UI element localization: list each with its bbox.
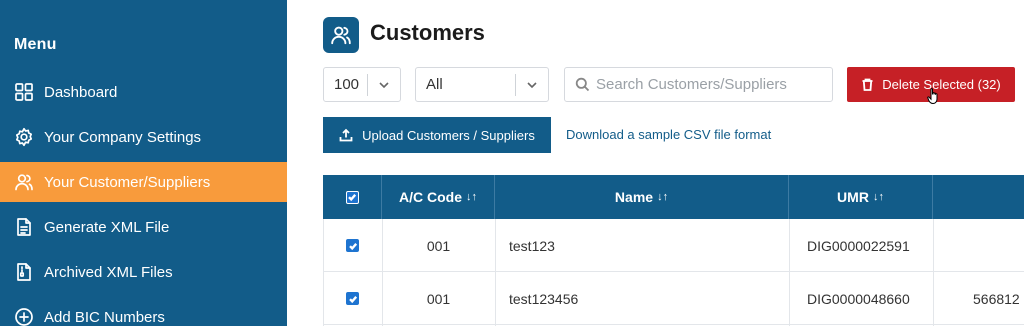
- upload-icon: [339, 128, 353, 142]
- row-checkbox[interactable]: [346, 239, 359, 252]
- sort-icon: ↓↑: [657, 191, 669, 203]
- sidebar-item-label: Generate XML File: [44, 218, 170, 236]
- page-title: Customers: [370, 20, 485, 45]
- download-sample-link[interactable]: Download a sample CSV file format: [566, 127, 771, 142]
- row-checkbox-cell: [346, 272, 359, 325]
- chevron-down-icon: [368, 78, 400, 92]
- column-divider: [323, 219, 324, 326]
- sidebar: Menu Dashboard Your Company Settings You…: [0, 0, 287, 326]
- sidebar-item-label: Your Customer/Suppliers: [44, 173, 211, 191]
- dashboard-icon: [13, 81, 35, 103]
- sidebar-item-dashboard[interactable]: Dashboard: [0, 72, 287, 112]
- column-header-extra: [933, 175, 1024, 219]
- filter-value: All: [426, 76, 443, 93]
- sort-icon: ↓↑: [872, 191, 884, 203]
- chevron-down-icon: [516, 78, 548, 92]
- name-cell: test123456: [509, 290, 579, 307]
- search-box: [564, 67, 833, 102]
- sidebar-item-label: Archived XML Files: [44, 263, 173, 281]
- name-cell: test123: [509, 237, 555, 254]
- search-icon: [575, 77, 590, 92]
- sidebar-item-customer-suppliers[interactable]: Your Customer/Suppliers: [0, 162, 287, 202]
- column-label: UMR: [837, 189, 869, 205]
- sidebar-item-label: Dashboard: [44, 83, 118, 101]
- menu-title: Menu: [14, 36, 57, 53]
- archive-file-icon: [13, 261, 35, 283]
- sidebar-item-add-bic[interactable]: Add BIC Numbers: [0, 297, 287, 326]
- header-select-all-cell: [323, 175, 382, 219]
- column-label: A/C Code: [399, 189, 462, 205]
- users-icon: [13, 171, 35, 193]
- column-divider: [789, 219, 790, 326]
- sidebar-item-label: Your Company Settings: [44, 128, 202, 146]
- row-checkbox-cell: [346, 219, 359, 272]
- document-icon: [13, 216, 35, 238]
- page-size-select[interactable]: 100: [323, 67, 401, 102]
- sidebar-item-label: Add BIC Numbers: [44, 308, 165, 326]
- sidebar-item-archived-xml[interactable]: Archived XML Files: [0, 252, 287, 292]
- gear-icon: [13, 126, 35, 148]
- table-header: A/C Code ↓↑ Name ↓↑ UMR ↓↑: [323, 175, 1024, 219]
- delete-selected-label: Delete Selected (32): [882, 77, 1001, 92]
- upload-button[interactable]: Upload Customers / Suppliers: [323, 117, 551, 153]
- sort-icon: ↓↑: [466, 191, 477, 203]
- column-header-ac-code[interactable]: A/C Code ↓↑: [382, 175, 495, 219]
- select-all-checkbox[interactable]: [345, 190, 359, 204]
- umr-cell: DIG0000048660: [807, 290, 910, 307]
- column-divider: [382, 219, 383, 326]
- column-divider: [933, 219, 934, 326]
- row-checkbox[interactable]: [346, 292, 359, 305]
- umr-cell: DIG0000022591: [807, 237, 910, 254]
- table-row: 001 test123 DIG0000022591: [323, 219, 1024, 272]
- column-divider: [495, 219, 496, 326]
- hand-cursor-icon: [927, 88, 938, 105]
- search-input[interactable]: [596, 76, 821, 93]
- ac-code-cell: 001: [426, 237, 451, 254]
- extra-cell: 566812: [973, 290, 1020, 307]
- sidebar-item-generate-xml[interactable]: Generate XML File: [0, 207, 287, 247]
- plus-circle-icon: [13, 306, 35, 326]
- filter-select[interactable]: All: [415, 67, 549, 102]
- trash-icon: [862, 78, 873, 91]
- page-size-value: 100: [334, 76, 360, 93]
- column-label: Name: [614, 189, 654, 205]
- column-header-name[interactable]: Name ↓↑: [495, 175, 789, 219]
- table-row: 001 test123456 DIG0000048660 566812: [323, 272, 1024, 325]
- users-icon: [323, 17, 359, 53]
- sidebar-item-company-settings[interactable]: Your Company Settings: [0, 117, 287, 157]
- ac-code-cell: 001: [426, 290, 451, 307]
- upload-label: Upload Customers / Suppliers: [362, 127, 535, 143]
- column-header-umr[interactable]: UMR ↓↑: [789, 175, 933, 219]
